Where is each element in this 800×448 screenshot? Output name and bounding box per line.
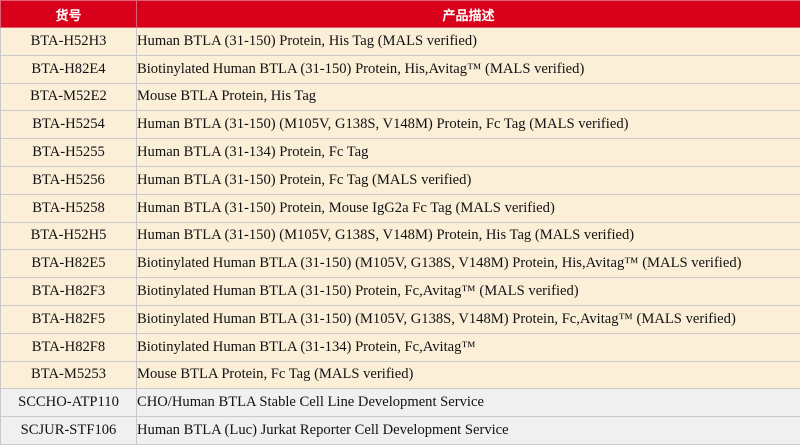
table-row: BTA-M52E2 Mouse BTLA Protein, His Tag	[0, 82, 800, 112]
product-description[interactable]: Human BTLA (31-150) Protein, His Tag (MA…	[136, 27, 800, 56]
table-row: BTA-H5256 Human BTLA (31-150) Protein, F…	[0, 165, 800, 195]
table-header: 货号 产品描述	[0, 0, 800, 28]
table-row: BTA-H82E4 Biotinylated Human BTLA (31-15…	[0, 54, 800, 84]
product-description[interactable]: Biotinylated Human BTLA (31-150) (M105V,…	[136, 304, 800, 334]
product-description[interactable]: Mouse BTLA Protein, His Tag	[136, 82, 800, 112]
product-code[interactable]: BTA-H82F3	[0, 277, 137, 306]
column-header-description: 产品描述	[136, 0, 800, 28]
product-code[interactable]: BTA-M5253	[0, 360, 137, 390]
table-row: BTA-H52H3 Human BTLA (31-150) Protein, H…	[0, 27, 800, 56]
product-code[interactable]: BTA-H82E4	[0, 54, 137, 84]
table-row: BTA-H82F3 Biotinylated Human BTLA (31-15…	[0, 277, 800, 306]
table-row: BTA-H5258 Human BTLA (31-150) Protein, M…	[0, 193, 800, 223]
table-row: SCJUR-STF106 Human BTLA (Luc) Jurkat Rep…	[0, 416, 800, 445]
product-code[interactable]: BTA-M52E2	[0, 82, 137, 112]
product-code[interactable]: BTA-H52H3	[0, 27, 137, 56]
header-row: 货号 产品描述	[0, 0, 800, 28]
product-description[interactable]: Human BTLA (31-150) Protein, Fc Tag (MAL…	[136, 165, 800, 195]
table-body: BTA-H52H3 Human BTLA (31-150) Protein, H…	[0, 27, 800, 445]
product-description[interactable]: Human BTLA (Luc) Jurkat Reporter Cell De…	[136, 416, 800, 445]
product-description[interactable]: Human BTLA (31-150) (M105V, G138S, V148M…	[136, 110, 800, 140]
product-code[interactable]: BTA-H82F8	[0, 332, 137, 362]
product-description[interactable]: Biotinylated Human BTLA (31-134) Protein…	[136, 332, 800, 362]
product-description[interactable]: Biotinylated Human BTLA (31-150) (M105V,…	[136, 249, 800, 279]
table-row: BTA-H82E5 Biotinylated Human BTLA (31-15…	[0, 249, 800, 279]
product-code[interactable]: BTA-H82F5	[0, 304, 137, 334]
table-row: BTA-H5254 Human BTLA (31-150) (M105V, G1…	[0, 110, 800, 140]
table-row: SCCHO-ATP110 CHO/Human BTLA Stable Cell …	[0, 388, 800, 418]
product-description[interactable]: Human BTLA (31-134) Protein, Fc Tag	[136, 138, 800, 167]
product-code[interactable]: BTA-H52H5	[0, 221, 137, 251]
product-code[interactable]: SCCHO-ATP110	[0, 388, 137, 418]
product-code[interactable]: BTA-H82E5	[0, 249, 137, 279]
product-table: 货号 产品描述 BTA-H52H3 Human BTLA (31-150) Pr…	[0, 0, 800, 445]
product-code[interactable]: BTA-H5258	[0, 193, 137, 223]
table-row: BTA-H82F5 Biotinylated Human BTLA (31-15…	[0, 304, 800, 334]
column-header-code: 货号	[0, 0, 137, 28]
table-row: BTA-H52H5 Human BTLA (31-150) (M105V, G1…	[0, 221, 800, 251]
table-row: BTA-H5255 Human BTLA (31-134) Protein, F…	[0, 138, 800, 167]
product-description[interactable]: Human BTLA (31-150) Protein, Mouse IgG2a…	[136, 193, 800, 223]
product-code[interactable]: SCJUR-STF106	[0, 416, 137, 445]
product-description[interactable]: Human BTLA (31-150) (M105V, G138S, V148M…	[136, 221, 800, 251]
product-code[interactable]: BTA-H5256	[0, 165, 137, 195]
table-row: BTA-M5253 Mouse BTLA Protein, Fc Tag (MA…	[0, 360, 800, 390]
product-code[interactable]: BTA-H5254	[0, 110, 137, 140]
product-code[interactable]: BTA-H5255	[0, 138, 137, 167]
product-description[interactable]: Mouse BTLA Protein, Fc Tag (MALS verifie…	[136, 360, 800, 390]
table-row: BTA-H82F8 Biotinylated Human BTLA (31-13…	[0, 332, 800, 362]
product-description[interactable]: Biotinylated Human BTLA (31-150) Protein…	[136, 277, 800, 306]
product-description[interactable]: Biotinylated Human BTLA (31-150) Protein…	[136, 54, 800, 84]
product-description[interactable]: CHO/Human BTLA Stable Cell Line Developm…	[136, 388, 800, 418]
